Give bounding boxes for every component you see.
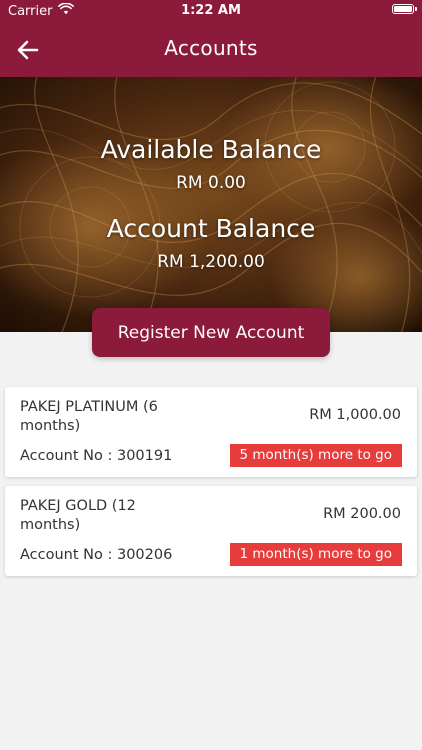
available-balance-value: RM 0.00 — [176, 173, 246, 193]
remaining-months-badge: 1 month(s) more to go — [229, 543, 402, 566]
account-number: Account No : 300206 — [20, 547, 173, 563]
balance-summary: Available Balance RM 0.00 Account Balanc… — [0, 77, 422, 332]
status-bar: Carrier 1:22 AM — [0, 0, 422, 22]
account-card[interactable]: PAKEJ PLATINUM (6 months) RM 1,000.00 Ac… — [5, 387, 417, 477]
balance-header: Available Balance RM 0.00 Account Balanc… — [0, 77, 422, 332]
status-time: 1:22 AM — [181, 3, 241, 18]
account-package-name: PAKEJ PLATINUM (6 months) — [20, 399, 158, 434]
account-amount: RM 1,000.00 — [309, 407, 401, 423]
account-package-name: PAKEJ GOLD (12 months) — [20, 498, 136, 533]
status-right — [392, 4, 417, 14]
account-balance-value: RM 1,200.00 — [157, 252, 265, 272]
account-balance-label: Account Balance — [106, 214, 316, 243]
navigation-bar: Accounts — [0, 22, 422, 77]
account-number: Account No : 300191 — [20, 448, 173, 464]
back-button[interactable] — [10, 32, 46, 68]
arrow-left-icon — [17, 40, 39, 60]
register-new-account-button[interactable]: Register New Account — [92, 308, 330, 357]
available-balance-label: Available Balance — [100, 135, 322, 164]
page-title: Accounts — [164, 36, 258, 60]
account-amount: RM 200.00 — [323, 506, 401, 522]
battery-icon — [392, 4, 417, 14]
accounts-screen: Carrier 1:22 AM Accounts Available Balan… — [0, 0, 422, 750]
account-card[interactable]: PAKEJ GOLD (12 months) RM 200.00 Account… — [5, 486, 417, 576]
remaining-months-badge: 5 month(s) more to go — [229, 444, 402, 467]
